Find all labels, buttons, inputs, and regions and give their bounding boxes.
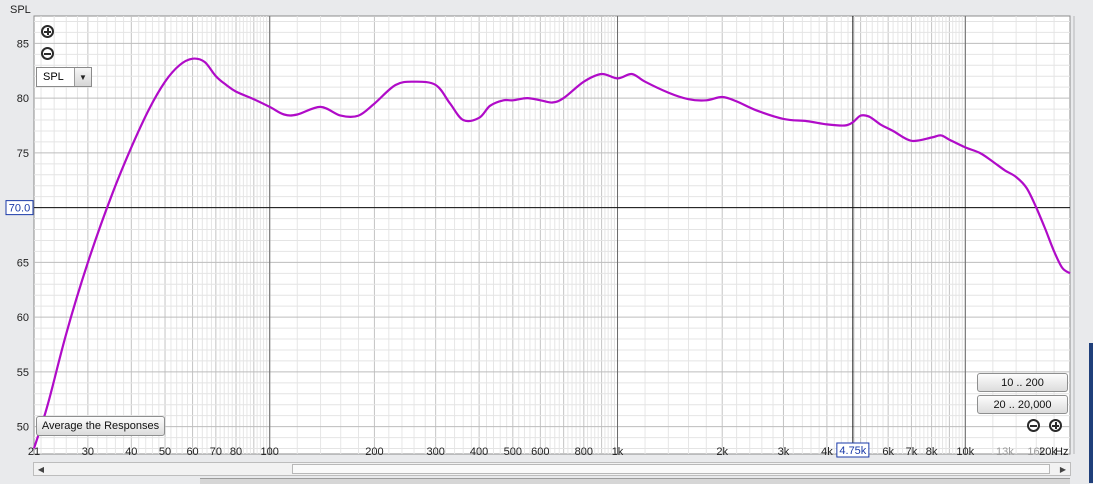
range-20-20000-button[interactable]: 20 .. 20,000	[977, 395, 1068, 414]
scroll-thumb[interactable]	[292, 464, 1050, 474]
y-tick-label: 65	[17, 257, 29, 269]
frequency-response-window: 50 55 60 65 75 80 85 21 30 40 50 60 70 80 100 200 300 40…	[0, 0, 1093, 484]
x-tick-label: 600	[531, 446, 549, 458]
y-tick-label: 55	[17, 367, 29, 379]
y-tick-label: 60	[17, 312, 29, 324]
x-tick-label: 500	[504, 446, 522, 458]
zoom-in-icon[interactable]	[41, 25, 54, 38]
x-tick-label: 200	[365, 446, 383, 458]
x-unit-label: Hz	[1055, 446, 1068, 458]
cursor-y-readout: 70.0	[9, 203, 30, 215]
x-tick-label: 80	[230, 446, 242, 458]
zoom-out-x-icon[interactable]	[1027, 419, 1040, 432]
x-tick-label: 8k	[926, 446, 938, 458]
measurement-type-select[interactable]: SPL ▼	[36, 67, 92, 87]
y-tick-label: 80	[17, 93, 29, 105]
horizontal-scrollbar[interactable]: ◀ ▶	[33, 462, 1071, 476]
y-tick-label: 50	[17, 422, 29, 434]
x-tick-label: 60	[186, 446, 198, 458]
x-tick-label: 400	[470, 446, 488, 458]
x-tick-label: 4k	[821, 446, 833, 458]
x-tick-label: 100	[261, 446, 279, 458]
x-tick-label: 7k	[906, 446, 918, 458]
measurement-type-value: SPL	[43, 71, 64, 83]
cursor-x-readout: 4.75k	[839, 445, 866, 457]
x-tick-label: 70	[210, 446, 222, 458]
triangle-left-icon[interactable]: ◀	[34, 463, 48, 475]
x-tick-label: 300	[426, 446, 444, 458]
x-tick-label: 21	[28, 446, 40, 458]
x-tick-label: 40	[125, 446, 137, 458]
x-tick-label: 800	[575, 446, 593, 458]
zoom-out-icon[interactable]	[41, 47, 54, 60]
y-tick-label: 75	[17, 148, 29, 160]
x-tick-label: 30	[82, 446, 94, 458]
zoom-in-x-icon[interactable]	[1049, 419, 1062, 432]
y-axis-label: SPL	[10, 4, 31, 16]
triangle-right-icon[interactable]: ▶	[1056, 463, 1070, 475]
x-tick-label: 10k	[956, 446, 974, 458]
x-tick-label: 2k	[716, 446, 728, 458]
x-tick-label: 50	[159, 446, 171, 458]
range-10-200-button[interactable]: 10 .. 200	[977, 373, 1068, 392]
window-edge	[1089, 343, 1093, 483]
y-tick-label: 85	[17, 38, 29, 50]
lower-panel-edge	[200, 478, 1070, 484]
x-tick-label: 3k	[778, 446, 790, 458]
average-responses-button[interactable]: Average the Responses	[36, 416, 165, 436]
spl-chart[interactable]: 50 55 60 65 75 80 85 21 30 40 50 60 70 80 100 200 300 40…	[0, 0, 1093, 483]
panel-divider	[1073, 16, 1075, 454]
triangle-down-icon[interactable]: ▼	[74, 68, 91, 86]
x-tick-label: 6k	[882, 446, 894, 458]
x-tick-label: 1k	[612, 446, 624, 458]
plot-area[interactable]	[33, 15, 1071, 455]
x-tick-label: 13k	[996, 446, 1014, 458]
